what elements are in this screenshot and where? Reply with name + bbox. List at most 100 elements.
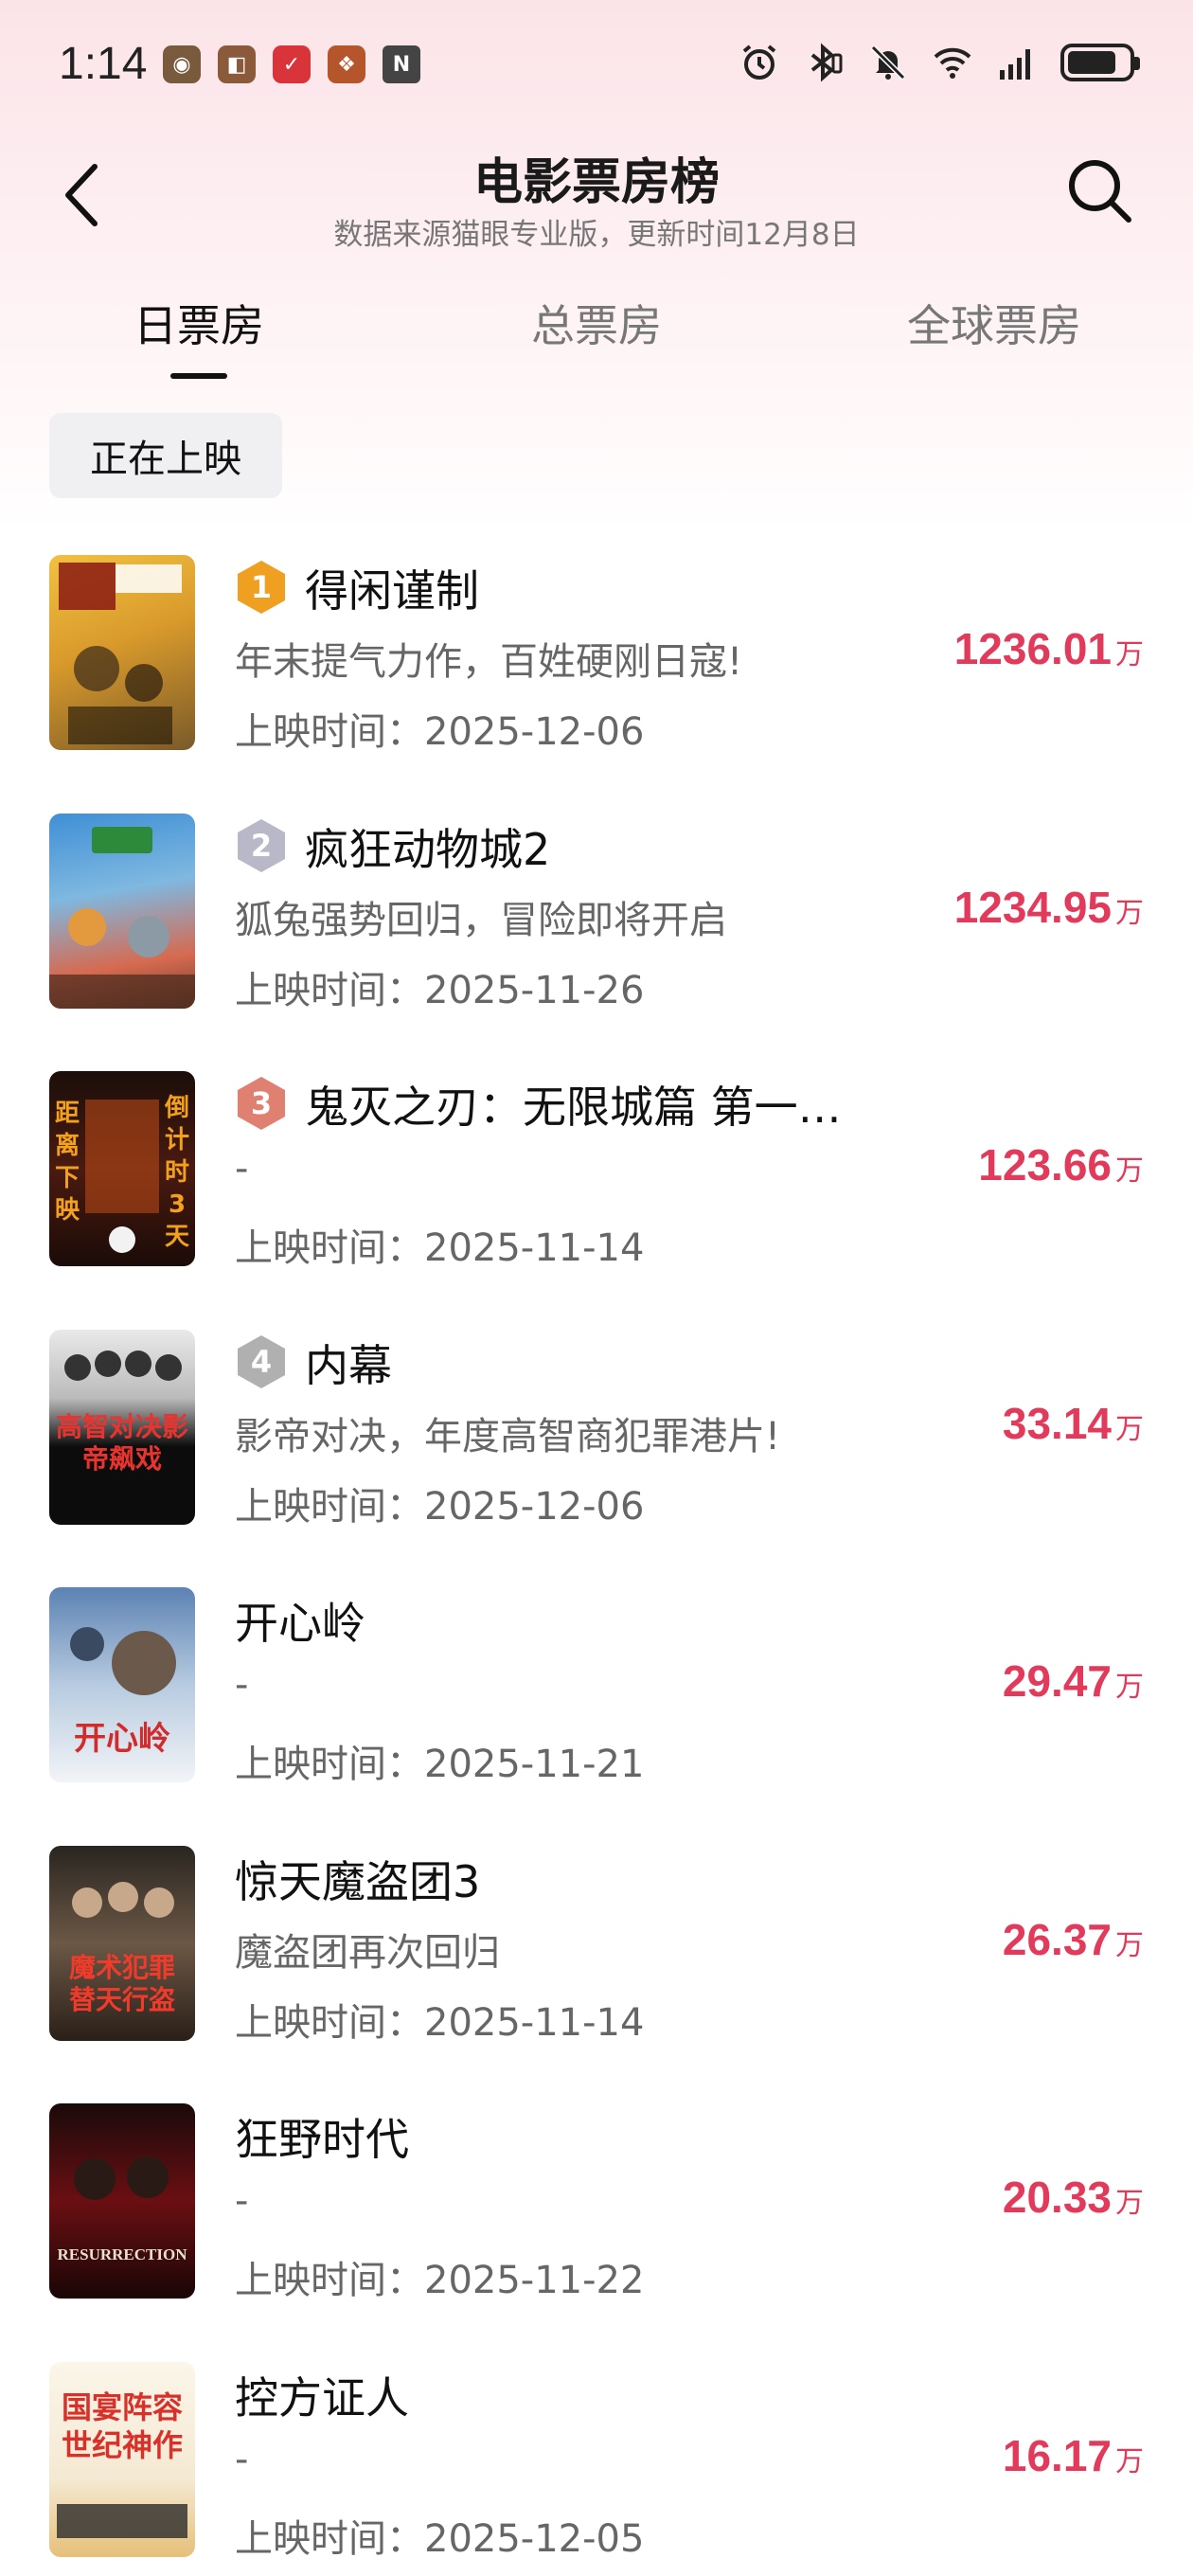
movie-tagline: 魔盗团再次回归: [235, 1930, 500, 1975]
box-office-unit: 万: [1115, 1154, 1144, 1188]
movie-release-date: 上映时间：2025-11-14: [235, 1226, 645, 1270]
app-notification-icon: ◉: [163, 45, 201, 83]
movie-title: 狂野时代: [235, 2114, 409, 2165]
movie-release-date: 上映时间：2025-11-21: [235, 1743, 645, 1786]
box-office-value: 29.47: [1002, 1656, 1112, 1706]
movie-release-date: 上映时间：2025-12-05: [235, 2516, 645, 2561]
rank-number: 4: [250, 1343, 273, 1380]
rank-badge: 4: [235, 1333, 288, 1390]
box-office: 123.66 万: [978, 1139, 1144, 1190]
list-item[interactable]: 1 得闲谨制 年末提气力作，百姓硬刚日寇! 上映时间：2025-12-06 12…: [0, 551, 1193, 810]
list-item[interactable]: 国宴阵容世纪神作 控方证人 - 上映时间：2025-12-05 16.17 万: [0, 2358, 1193, 2576]
rank-number: 3: [250, 1085, 273, 1121]
nfc-icon: N: [383, 45, 420, 83]
tab-bar: 日票房 总票房 全球票房: [0, 284, 1193, 388]
box-office-value: 26.37: [1002, 1914, 1112, 1964]
poster-text: 开心岭: [74, 1720, 170, 1758]
alarm-icon: [742, 45, 776, 80]
rank-badge: 3: [235, 1075, 288, 1132]
movie-title: 鬼灭之刃：无限城篇 第一…: [305, 1082, 842, 1133]
search-icon[interactable]: [1062, 153, 1138, 229]
movie-release-date: 上映时间：2025-11-14: [235, 2000, 645, 2045]
list-item[interactable]: 2 疯狂动物城2 狐兔强势回归，冒险即将开启 上映时间：2025-11-26 1…: [0, 810, 1193, 1068]
box-office-value: 1236.01: [953, 624, 1112, 673]
box-office-unit: 万: [1115, 2187, 1144, 2220]
box-office-value: 33.14: [1002, 1398, 1112, 1448]
tab-total-box-office[interactable]: 总票房: [426, 292, 767, 354]
app-notification-icon: ◧: [218, 45, 256, 83]
movie-title: 控方证人: [235, 2371, 409, 2424]
status-icons: [739, 42, 1140, 83]
list-item[interactable]: 距离下映 倒计时3天 3 鬼灭之刃：无限城篇 第一… - 上映时间：2025-1…: [0, 1067, 1193, 1326]
movie-release-date: 上映时间：2025-11-26: [235, 968, 645, 1012]
movie-poster[interactable]: 高智对决影帝飙戏: [49, 1329, 195, 1525]
movie-title: 开心岭: [235, 1598, 365, 1649]
box-office: 26.37 万: [1003, 1914, 1144, 1965]
box-office-unit: 万: [1115, 1671, 1144, 1704]
page: 1:14 ◉ ◧ ✓ ❖ N 电影票房榜 数据来源猫眼专业版，更新时间12月8日…: [0, 0, 1193, 2576]
movie-release-date: 上映时间：2025-12-06: [235, 710, 645, 754]
movie-release-date: 上映时间：2025-12-06: [235, 1484, 645, 1529]
movie-tagline: 年末提气力作，百姓硬刚日寇!: [235, 640, 743, 684]
wifi-icon: [934, 47, 971, 79]
movie-tagline: -: [235, 1663, 249, 1707]
movie-tagline: 狐兔强势回归，冒险即将开启: [235, 898, 727, 942]
movie-title: 疯狂动物城2: [305, 823, 551, 875]
box-office: 1234.95 万: [954, 882, 1144, 933]
movie-poster[interactable]: [49, 555, 195, 750]
movie-list: 1 得闲谨制 年末提气力作，百姓硬刚日寇! 上映时间：2025-12-06 12…: [0, 551, 1193, 2576]
movie-title: 内幕: [305, 1339, 392, 1391]
box-office-unit: 万: [1115, 638, 1144, 671]
filter-now-showing[interactable]: 正在上映: [49, 413, 282, 498]
app-notification-icon: ✓: [273, 45, 311, 83]
rank-badge: 2: [235, 817, 288, 874]
movie-title: 得闲谨制: [305, 565, 479, 617]
rank-number: 1: [250, 569, 273, 605]
movie-release-date: 上映时间：2025-11-22: [235, 2259, 645, 2302]
movie-poster[interactable]: 距离下映 倒计时3天: [49, 1071, 195, 1266]
battery-level: [1068, 51, 1115, 74]
page-subtitle: 数据来源猫眼专业版，更新时间12月8日: [333, 218, 860, 252]
status-time: 1:14: [59, 39, 148, 89]
box-office: 1236.01 万: [954, 623, 1144, 674]
battery-icon: [1060, 44, 1140, 81]
tab-daily-box-office[interactable]: 日票房: [28, 292, 369, 354]
movie-tagline: -: [235, 2179, 249, 2223]
box-office-value: 16.17: [1002, 2430, 1112, 2480]
movie-poster[interactable]: RESURRECTION: [49, 2103, 195, 2299]
box-office-value: 1234.95: [953, 882, 1112, 932]
box-office: 20.33 万: [1003, 2172, 1144, 2223]
box-office: 16.17 万: [1003, 2430, 1144, 2481]
page-title: 电影票房榜: [472, 154, 720, 211]
list-item[interactable]: 开心岭 开心岭 - 上映时间：2025-11-21 29.47 万: [0, 1583, 1193, 1842]
box-office-unit: 万: [1115, 1412, 1144, 1446]
header: 电影票房榜 数据来源猫眼专业版，更新时间12月8日: [0, 133, 1193, 265]
rank-number: 2: [250, 827, 273, 864]
list-item[interactable]: RESURRECTION 狂野时代 - 上映时间：2025-11-22 20.3…: [0, 2100, 1193, 2358]
tab-global-box-office[interactable]: 全球票房: [824, 292, 1165, 354]
bluetooth-icon: [810, 43, 843, 82]
poster-text: 魔术犯罪替天行盗: [68, 1951, 175, 2015]
bell-off-icon: [870, 45, 906, 80]
list-item[interactable]: 魔术犯罪替天行盗 惊天魔盗团3 魔盗团再次回归 上映时间：2025-11-14 …: [0, 1842, 1193, 2101]
movie-poster[interactable]: 开心岭: [49, 1587, 195, 1782]
status-bar: 1:14 ◉ ◧ ✓ ❖ N: [0, 0, 1193, 133]
list-item[interactable]: 高智对决影帝飙戏 4 内幕 影帝对决，年度高智商犯罪港片! 上映时间：2025-…: [0, 1326, 1193, 1584]
box-office-value: 123.66: [978, 1140, 1112, 1190]
movie-poster[interactable]: 魔术犯罪替天行盗: [49, 1845, 195, 2041]
box-office-value: 20.33: [1002, 2173, 1112, 2222]
movie-poster[interactable]: [49, 813, 195, 1009]
notification-icons: ◉ ◧ ✓ ❖ N: [163, 45, 420, 83]
tab-active-indicator: [170, 373, 227, 379]
rank-badge: 1: [235, 559, 288, 616]
box-office-unit: 万: [1115, 2444, 1144, 2478]
box-office-unit: 万: [1115, 896, 1144, 930]
movie-tagline: 影帝对决，年度高智商犯罪港片!: [235, 1414, 781, 1458]
box-office: 33.14 万: [1003, 1398, 1144, 1449]
poster-text: RESURRECTION: [57, 2245, 187, 2263]
box-office-unit: 万: [1115, 1928, 1144, 1962]
movie-tagline: -: [235, 2437, 249, 2481]
app-notification-icon: ❖: [328, 45, 365, 83]
movie-tagline: -: [235, 1147, 249, 1190]
movie-poster[interactable]: 国宴阵容世纪神作: [49, 2361, 195, 2557]
